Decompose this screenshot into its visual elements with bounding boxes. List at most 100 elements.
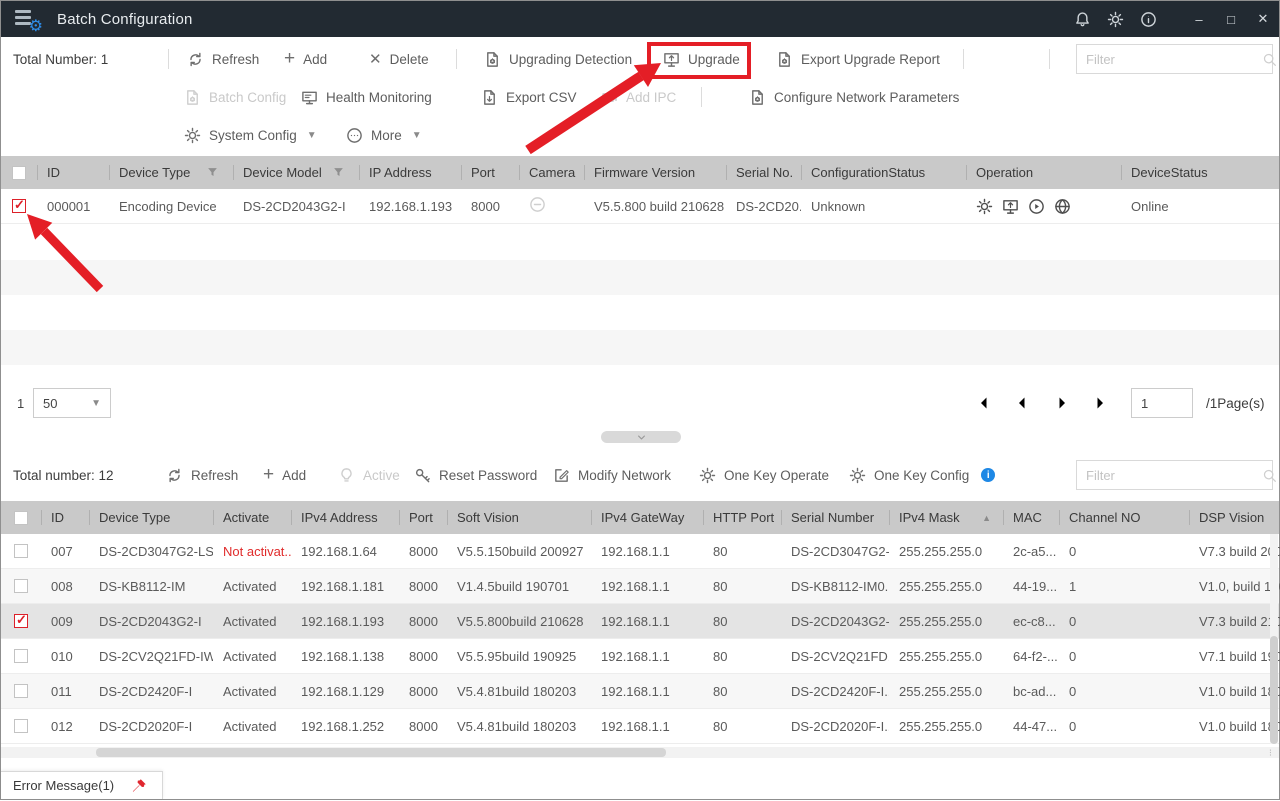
activate-status: Activated (213, 649, 291, 664)
previous-page-button[interactable] (1013, 394, 1031, 412)
chevron-down-icon (635, 431, 648, 444)
table1-col-firmware[interactable]: Firmware Version (584, 156, 726, 189)
table2-col-http-port[interactable]: HTTP Port (703, 501, 781, 534)
health-monitoring-button[interactable]: Health Monitoring (301, 78, 432, 116)
device-filter-input[interactable] (1086, 468, 1262, 483)
minimize-button[interactable]: – (1183, 1, 1215, 37)
panel-splitter-handle[interactable] (601, 431, 681, 443)
table1-col-device-model[interactable]: Device Model (233, 156, 359, 189)
active-button[interactable]: Active (338, 456, 400, 494)
web-browse-icon[interactable] (1054, 198, 1071, 215)
table1-select-all-checkbox[interactable] (12, 166, 26, 180)
scrollbar-thumb[interactable] (96, 748, 666, 757)
play-icon[interactable] (1028, 198, 1045, 215)
gear-icon (1107, 11, 1124, 28)
filter-funnel-icon[interactable] (332, 166, 345, 179)
table-row[interactable]: 011 DS-2CD2420F-I Activated 192.168.1.12… (1, 674, 1279, 709)
table2-col-gateway[interactable]: IPv4 GateWay (591, 501, 703, 534)
refresh-button[interactable]: Refresh (166, 456, 238, 494)
close-button[interactable]: ✕ (1247, 1, 1279, 37)
table1-col-camera[interactable]: Camera (519, 156, 584, 189)
export-upgrade-report-button[interactable]: Export Upgrade Report (776, 40, 940, 78)
table1-col-operation[interactable]: Operation (966, 156, 1121, 189)
about-button[interactable] (1132, 1, 1165, 37)
pushpin-icon[interactable] (132, 778, 147, 793)
table1-col-serial[interactable]: Serial No. (726, 156, 801, 189)
upgrade-device-icon[interactable] (1002, 198, 1019, 215)
table-row[interactable]: 000001 Encoding Device DS-2CD2043G2-I 19… (1, 189, 1279, 224)
table2-col-activate[interactable]: Activate (213, 501, 291, 534)
table2-col-ipv4-mask[interactable]: IPv4 Mask ▲ (889, 501, 1003, 534)
settings-button[interactable] (1099, 1, 1132, 37)
chevron-down-icon: ▼ (412, 130, 422, 141)
row-checkbox[interactable] (14, 544, 28, 558)
first-page-button[interactable] (973, 394, 991, 412)
table2-col-port[interactable]: Port (399, 501, 447, 534)
table-row[interactable]: 012 DS-2CD2020F-I Activated 192.168.1.25… (1, 709, 1279, 744)
table2-col-device-type[interactable]: Device Type (89, 501, 213, 534)
next-page-button[interactable] (1053, 394, 1071, 412)
error-message-tab[interactable]: Error Message(1) (1, 771, 163, 799)
one-key-config-button[interactable]: One Key Config i (849, 456, 995, 494)
reset-password-button[interactable]: Reset Password (414, 456, 537, 494)
row-checkbox[interactable] (14, 579, 28, 593)
remote-config-gear-icon[interactable] (976, 198, 993, 215)
one-key-operate-button[interactable]: One Key Operate (699, 456, 829, 494)
upgrade-button[interactable]: Upgrade (663, 40, 740, 78)
total-pages-label: /1Page(s) (1206, 384, 1265, 422)
filter-funnel-icon[interactable] (206, 166, 219, 179)
table2-select-all-checkbox[interactable] (14, 511, 28, 525)
device-filter-input[interactable] (1086, 52, 1262, 67)
table1-col-config-status[interactable]: ConfigurationStatus (801, 156, 966, 189)
notifications-button[interactable] (1066, 1, 1099, 37)
table-row-selected[interactable]: 009 DS-2CD2043G2-I Activated 192.168.1.1… (1, 604, 1279, 639)
last-page-button[interactable] (1093, 394, 1111, 412)
horizontal-scrollbar[interactable] (1, 747, 1279, 758)
table2-col-soft-vision[interactable]: Soft Vision (447, 501, 591, 534)
page-number-input[interactable] (1131, 388, 1193, 418)
row-checkbox[interactable] (14, 719, 28, 733)
table1-col-ip[interactable]: IP Address (359, 156, 461, 189)
row-checkbox[interactable] (14, 684, 28, 698)
table1-col-device-type[interactable]: Device Type (109, 156, 233, 189)
modify-network-button[interactable]: Modify Network (553, 456, 671, 494)
table1-col-device-status[interactable]: DeviceStatus (1121, 156, 1279, 189)
table2-col-serial[interactable]: Serial Number (781, 501, 889, 534)
refresh-button[interactable]: Refresh (187, 40, 259, 78)
system-config-button[interactable]: System Config ▼ (184, 116, 317, 154)
monitor-up-icon (663, 51, 680, 68)
row-checkbox[interactable] (14, 649, 28, 663)
row-checkbox[interactable] (14, 614, 28, 628)
info-dot-icon[interactable]: i (981, 468, 995, 482)
activate-status: Activated (213, 719, 291, 734)
gear-icon (699, 467, 716, 484)
table2-col-id[interactable]: ID (41, 501, 89, 534)
table-row[interactable]: 010 DS-2CV2Q21FD-IW Activated 192.168.1.… (1, 639, 1279, 674)
table-row[interactable]: 007 DS-2CD3047G2-LS Not activat... 192.1… (1, 534, 1279, 569)
table2-col-channel[interactable]: Channel NO (1059, 501, 1189, 534)
total-number-label: Total number: 12 (13, 456, 114, 494)
table-row[interactable]: 008 DS-KB8112-IM Activated 192.168.1.181… (1, 569, 1279, 604)
table2-col-dsp[interactable]: DSP Vision (1189, 501, 1280, 534)
configure-network-parameters-button[interactable]: Configure Network Parameters (749, 78, 959, 116)
table2-col-ipv4[interactable]: IPv4 Address (291, 501, 399, 534)
chevron-down-icon: ▼ (307, 130, 317, 141)
delete-button[interactable]: ✕ Delete (369, 40, 429, 78)
table1-col-port[interactable]: Port (461, 156, 519, 189)
table1-col-id[interactable]: ID (37, 156, 109, 189)
document-arrow-icon (481, 89, 498, 106)
page-size-select[interactable]: 50 ▼ (33, 388, 111, 418)
bell-icon (1074, 11, 1091, 28)
upgrading-detection-button[interactable]: Upgrading Detection (484, 40, 632, 78)
table2-col-mac[interactable]: MAC (1003, 501, 1059, 534)
more-button[interactable]: More ▼ (346, 116, 422, 154)
vertical-scrollbar[interactable] (1270, 534, 1278, 744)
row-checkbox[interactable] (12, 199, 26, 213)
add-ipc-button[interactable]: Add IPC (601, 78, 676, 116)
add-button[interactable]: + Add (284, 40, 327, 78)
batch-config-button[interactable]: Batch Config (184, 78, 286, 116)
maximize-button[interactable]: □ (1215, 1, 1247, 37)
scrollbar-thumb[interactable] (1270, 636, 1278, 744)
add-button[interactable]: + Add (263, 456, 306, 494)
export-csv-button[interactable]: Export CSV (481, 78, 577, 116)
